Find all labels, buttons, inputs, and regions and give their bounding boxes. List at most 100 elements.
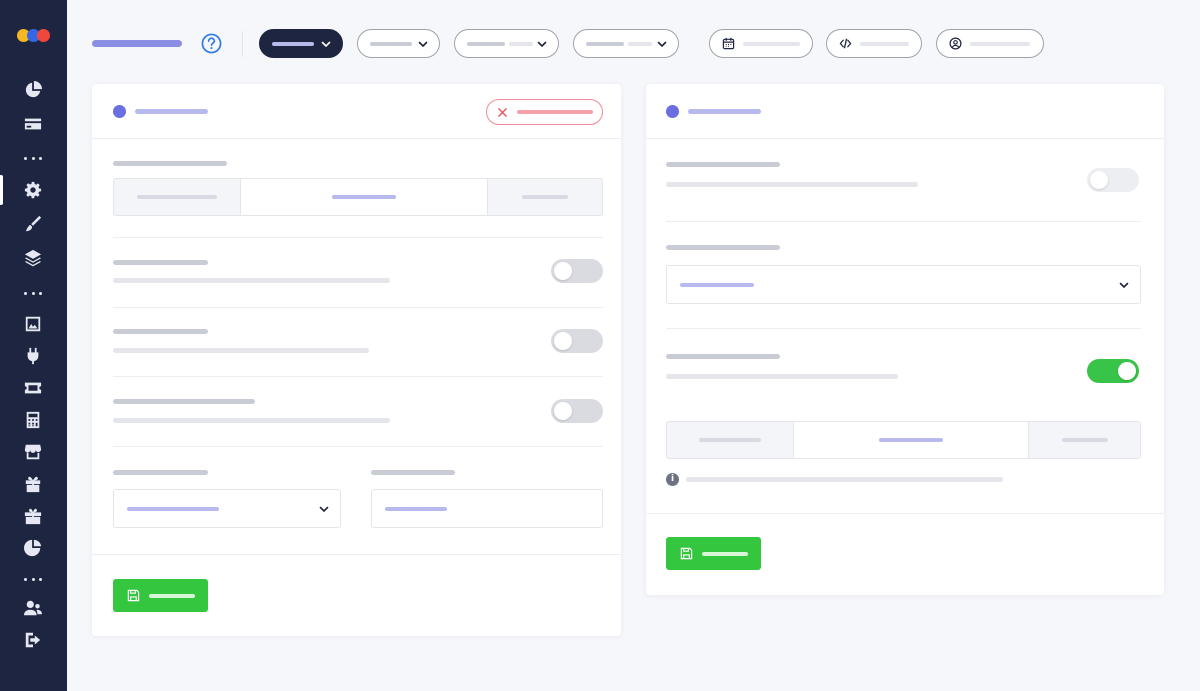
toggle-2-label — [113, 329, 208, 334]
settings-select-value — [127, 506, 219, 511]
calculator-icon[interactable] — [22, 409, 44, 431]
chevron-down-icon — [319, 506, 329, 512]
more-dots-icon[interactable] — [24, 155, 42, 161]
input-label — [371, 470, 455, 475]
toggle-4-label — [666, 162, 780, 167]
users-icon[interactable] — [22, 597, 44, 619]
divider — [113, 307, 603, 308]
reset-button-label — [517, 110, 593, 114]
toggle-5-label — [666, 354, 780, 359]
store-icon[interactable] — [22, 441, 44, 463]
gift-box-icon[interactable] — [22, 505, 44, 527]
divider — [92, 554, 621, 555]
active-indicator — [0, 175, 3, 205]
segment-option[interactable] — [667, 422, 795, 458]
divider — [666, 221, 1141, 222]
brush-icon[interactable] — [22, 213, 44, 235]
chevron-down-icon — [321, 41, 331, 47]
divider — [646, 513, 1164, 514]
divider — [113, 446, 603, 447]
card-title — [135, 109, 208, 114]
date-range-label — [743, 41, 800, 46]
divider — [666, 328, 1141, 329]
layers-icon[interactable] — [22, 247, 44, 269]
account-label — [970, 41, 1030, 46]
floppy-disk-icon — [127, 589, 140, 602]
filter-1-dropdown[interactable] — [259, 29, 343, 58]
toggle-switch-5[interactable] — [1087, 359, 1139, 383]
filter-1-label — [272, 41, 314, 46]
chevron-down-icon — [537, 41, 547, 47]
card-status-dot — [666, 105, 679, 118]
toggle-switch-3[interactable] — [551, 399, 603, 423]
floppy-disk-icon — [680, 547, 693, 560]
settings-select-2[interactable] — [666, 265, 1141, 304]
filter-4-label — [586, 41, 624, 46]
select-label — [113, 470, 208, 475]
divider — [646, 138, 1164, 139]
segment-option-active[interactable] — [794, 422, 1030, 458]
settings-input-value — [385, 506, 447, 511]
code-icon — [839, 38, 852, 49]
gift-icon[interactable] — [22, 473, 44, 495]
embed-code-button[interactable] — [826, 29, 922, 58]
field-label — [113, 161, 227, 166]
divider — [92, 138, 621, 139]
filter-2-label — [370, 41, 412, 46]
filter-3-label — [467, 41, 505, 46]
segment-option[interactable] — [1029, 422, 1140, 458]
gear-icon[interactable] — [22, 179, 44, 201]
toggle-4-description — [666, 182, 918, 187]
save-button[interactable] — [666, 537, 761, 570]
toggle-5-description — [666, 374, 898, 379]
chevron-down-icon — [1119, 282, 1129, 288]
pie-chart-alt-icon[interactable] — [22, 537, 44, 559]
brand-logo[interactable] — [17, 29, 51, 43]
chevron-down-icon — [418, 41, 428, 47]
more-dots-icon[interactable] — [24, 290, 42, 296]
settings-input[interactable] — [371, 489, 603, 528]
toggle-3-label — [113, 399, 255, 404]
logout-icon[interactable] — [22, 629, 44, 651]
save-button[interactable] — [113, 579, 208, 612]
filter-4-dropdown[interactable] — [573, 29, 679, 58]
card-status-dot — [113, 105, 126, 118]
sidebar — [0, 0, 67, 691]
segment-option-active[interactable] — [241, 179, 489, 215]
ticket-icon[interactable] — [22, 377, 44, 399]
plug-icon[interactable] — [22, 345, 44, 367]
settings-select-2-value — [680, 282, 754, 287]
settings-select[interactable] — [113, 489, 341, 528]
more-dots-icon[interactable] — [24, 576, 42, 582]
pie-chart-icon[interactable] — [22, 79, 44, 101]
toggle-3-description — [113, 418, 390, 423]
embed-code-label — [860, 41, 909, 46]
divider — [113, 376, 603, 377]
reset-button[interactable] — [486, 99, 603, 125]
toolbar-divider — [242, 31, 243, 57]
account-button[interactable] — [936, 29, 1044, 58]
chevron-down-icon — [657, 41, 667, 47]
toggle-switch-1[interactable] — [551, 259, 603, 283]
filter-3-value — [509, 41, 533, 46]
info-text — [686, 477, 1003, 482]
segment-option[interactable] — [114, 179, 242, 215]
filter-3-dropdown[interactable] — [454, 29, 559, 58]
toggle-switch-4[interactable] — [1087, 168, 1139, 192]
divider — [113, 237, 603, 238]
segmented-control — [113, 178, 603, 216]
question-circle-icon[interactable] — [201, 33, 222, 54]
select-2-label — [666, 245, 780, 250]
settings-card-right — [646, 84, 1164, 595]
date-range-button[interactable] — [709, 29, 813, 58]
filter-4-value — [628, 41, 652, 46]
toggle-switch-2[interactable] — [551, 329, 603, 353]
page-title — [92, 40, 182, 47]
filter-2-dropdown[interactable] — [357, 29, 440, 58]
save-button-label — [149, 593, 195, 598]
segment-option[interactable] — [488, 179, 602, 215]
save-button-label — [702, 551, 748, 556]
image-frame-icon[interactable] — [22, 313, 44, 335]
close-x-icon — [498, 107, 507, 117]
credit-card-icon[interactable] — [22, 113, 44, 135]
